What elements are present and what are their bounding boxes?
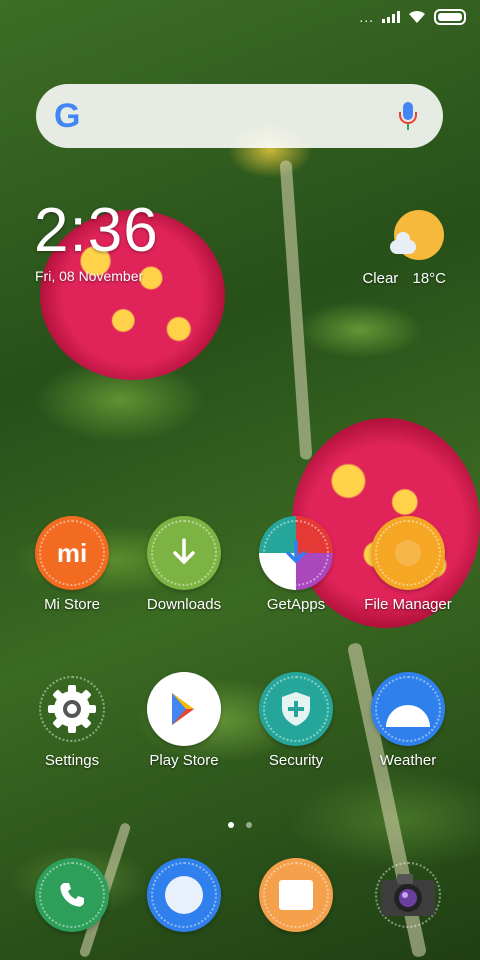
app-label: Downloads [146,596,222,613]
dock-camera[interactable] [371,858,445,932]
browser-icon [147,858,221,932]
weather-widget[interactable]: Clear 18°C [356,210,446,290]
app-security[interactable]: Security [246,672,346,769]
app-getapps[interactable]: GetApps [246,516,346,613]
clock-time[interactable]: 2:36 [34,200,159,262]
folder-icon [371,516,445,590]
app-settings[interactable]: Settings [22,672,122,769]
app-label: Security [268,752,324,769]
app-weather[interactable]: Weather [358,672,458,769]
weather-condition: Clear [362,270,399,287]
dock-gallery[interactable] [259,858,333,932]
app-label: Play Store [149,752,219,769]
dock-browser[interactable] [147,858,221,932]
getapps-icon [259,516,333,590]
mi-store-icon: mi [35,516,109,590]
app-label: GetApps [266,596,326,613]
page-indicator [0,822,480,828]
app-label: File Manager [364,596,452,613]
app-play-store[interactable]: Play Store [134,672,234,769]
shield-icon [259,672,333,746]
camera-icon [371,858,445,932]
weather-app-icon [371,672,445,746]
google-search-bar[interactable]: G [36,84,443,148]
dock-phone[interactable] [35,858,109,932]
signal-icon [382,11,400,23]
page-dot[interactable] [228,822,234,828]
app-label: Settings [44,752,100,769]
notification-dots: ... [359,9,374,25]
weather-temperature: 18°C [412,270,446,287]
gear-icon [35,672,109,746]
clock-date: Fri, 08 November [35,268,144,284]
page-dot[interactable] [246,822,252,828]
phone-icon [35,858,109,932]
app-mi-store[interactable]: mi Mi Store [22,516,122,613]
app-downloads[interactable]: Downloads [134,516,234,613]
mic-icon[interactable] [399,102,417,130]
google-logo: G [54,96,81,135]
play-store-icon [147,672,221,746]
status-bar: ... [359,6,466,28]
battery-icon [434,9,466,25]
download-arrow-icon [147,516,221,590]
app-label: Weather [379,752,437,769]
app-label: Mi Store [44,596,100,613]
gallery-icon [259,858,333,932]
app-file-manager[interactable]: File Manager [358,516,458,613]
wifi-icon [409,10,425,23]
